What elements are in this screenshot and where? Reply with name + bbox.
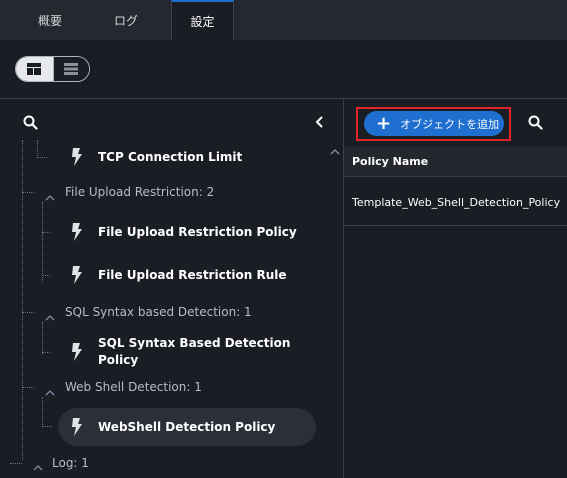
tree-guide-line (42, 202, 43, 282)
tree-guide-line (22, 140, 23, 460)
view-toggle (15, 56, 90, 82)
column-header-policy-name[interactable]: Policy Name (352, 155, 428, 168)
tree-guide-line (42, 352, 50, 353)
tree-item-label-line: Policy (98, 353, 139, 367)
tree-item-label: File Upload Restriction Policy (98, 224, 297, 239)
tree-group-file-upload[interactable]: File Upload Restriction: 2 (65, 185, 214, 199)
add-object-button[interactable]: + オブジェクトを追加 (364, 111, 504, 136)
chevron-up-icon[interactable] (45, 389, 55, 397)
tree-guide-line (37, 157, 47, 158)
tab-overview[interactable]: 概要 (20, 0, 80, 40)
tree-item-label-line: SQL Syntax Based Detection (98, 336, 291, 350)
tree-guide-line (10, 463, 22, 464)
list-view-icon (64, 63, 79, 75)
tree-group-sql-syntax[interactable]: SQL Syntax based Detection: 1 (65, 305, 252, 319)
tree-item-file-upload-rule[interactable]: File Upload Restriction Rule (58, 256, 287, 294)
lightning-icon (72, 343, 82, 361)
list-view-button[interactable] (52, 57, 89, 81)
search-icon[interactable] (528, 115, 543, 130)
chevron-up-icon[interactable] (45, 314, 55, 322)
tree-guide-line (42, 275, 50, 276)
tree-guide-line (42, 426, 52, 427)
tree-item-webshell-policy[interactable]: WebShell Detection Policy (58, 408, 316, 446)
lightning-icon (72, 418, 82, 436)
lightning-icon (72, 148, 82, 166)
lightning-icon (72, 266, 82, 284)
tree-item-label: File Upload Restriction Rule (98, 267, 287, 282)
panel-divider-horizontal (0, 98, 567, 99)
plus-icon: + (376, 112, 392, 134)
table-header: Policy Name (344, 147, 567, 177)
tree-item-label: WebShell Detection Policy (98, 419, 276, 434)
tab-settings[interactable]: 設定 (171, 0, 234, 40)
table-cell-policy-name: Template_Web_Shell_Detection_Policy (352, 196, 561, 209)
policy-tree: TCP Connection Limit File Upload Restric… (0, 140, 343, 478)
tree-group-log[interactable]: Log: 1 (52, 456, 89, 470)
chevron-left-icon[interactable] (312, 112, 328, 132)
tree-item-label: TCP Connection Limit (98, 149, 243, 164)
table-row[interactable]: Template_Web_Shell_Detection_Policy (344, 178, 567, 226)
tab-bar: 概要 ログ 設定 (0, 0, 567, 40)
tree-guide-line (42, 232, 50, 233)
tree-guide-line (42, 322, 43, 354)
add-object-label: オブジェクトを追加 (400, 117, 500, 131)
tree-group-web-shell[interactable]: Web Shell Detection: 1 (65, 380, 202, 394)
tree-guide-line (22, 387, 34, 388)
tree-guide-line (37, 140, 38, 158)
lightning-icon (72, 223, 82, 241)
tree-item-label: SQL Syntax Based Detection Policy (98, 335, 290, 369)
tree-guide-line (42, 397, 43, 427)
tree-guide-line (22, 192, 34, 193)
split-view-button[interactable] (16, 57, 53, 81)
tree-item-file-upload-policy[interactable]: File Upload Restriction Policy (58, 213, 297, 251)
tree-item-sql-policy[interactable]: SQL Syntax Based Detection Policy (58, 332, 290, 372)
tab-logs[interactable]: ログ (96, 0, 156, 40)
tree-guide-line (22, 312, 34, 313)
chevron-up-icon[interactable] (33, 464, 43, 472)
scroll-up-icon[interactable] (330, 148, 340, 156)
split-view-icon (27, 63, 42, 75)
search-icon[interactable] (23, 115, 38, 130)
tree-item-tcp-connection-limit[interactable]: TCP Connection Limit (58, 138, 242, 176)
chevron-up-icon[interactable] (45, 194, 55, 202)
